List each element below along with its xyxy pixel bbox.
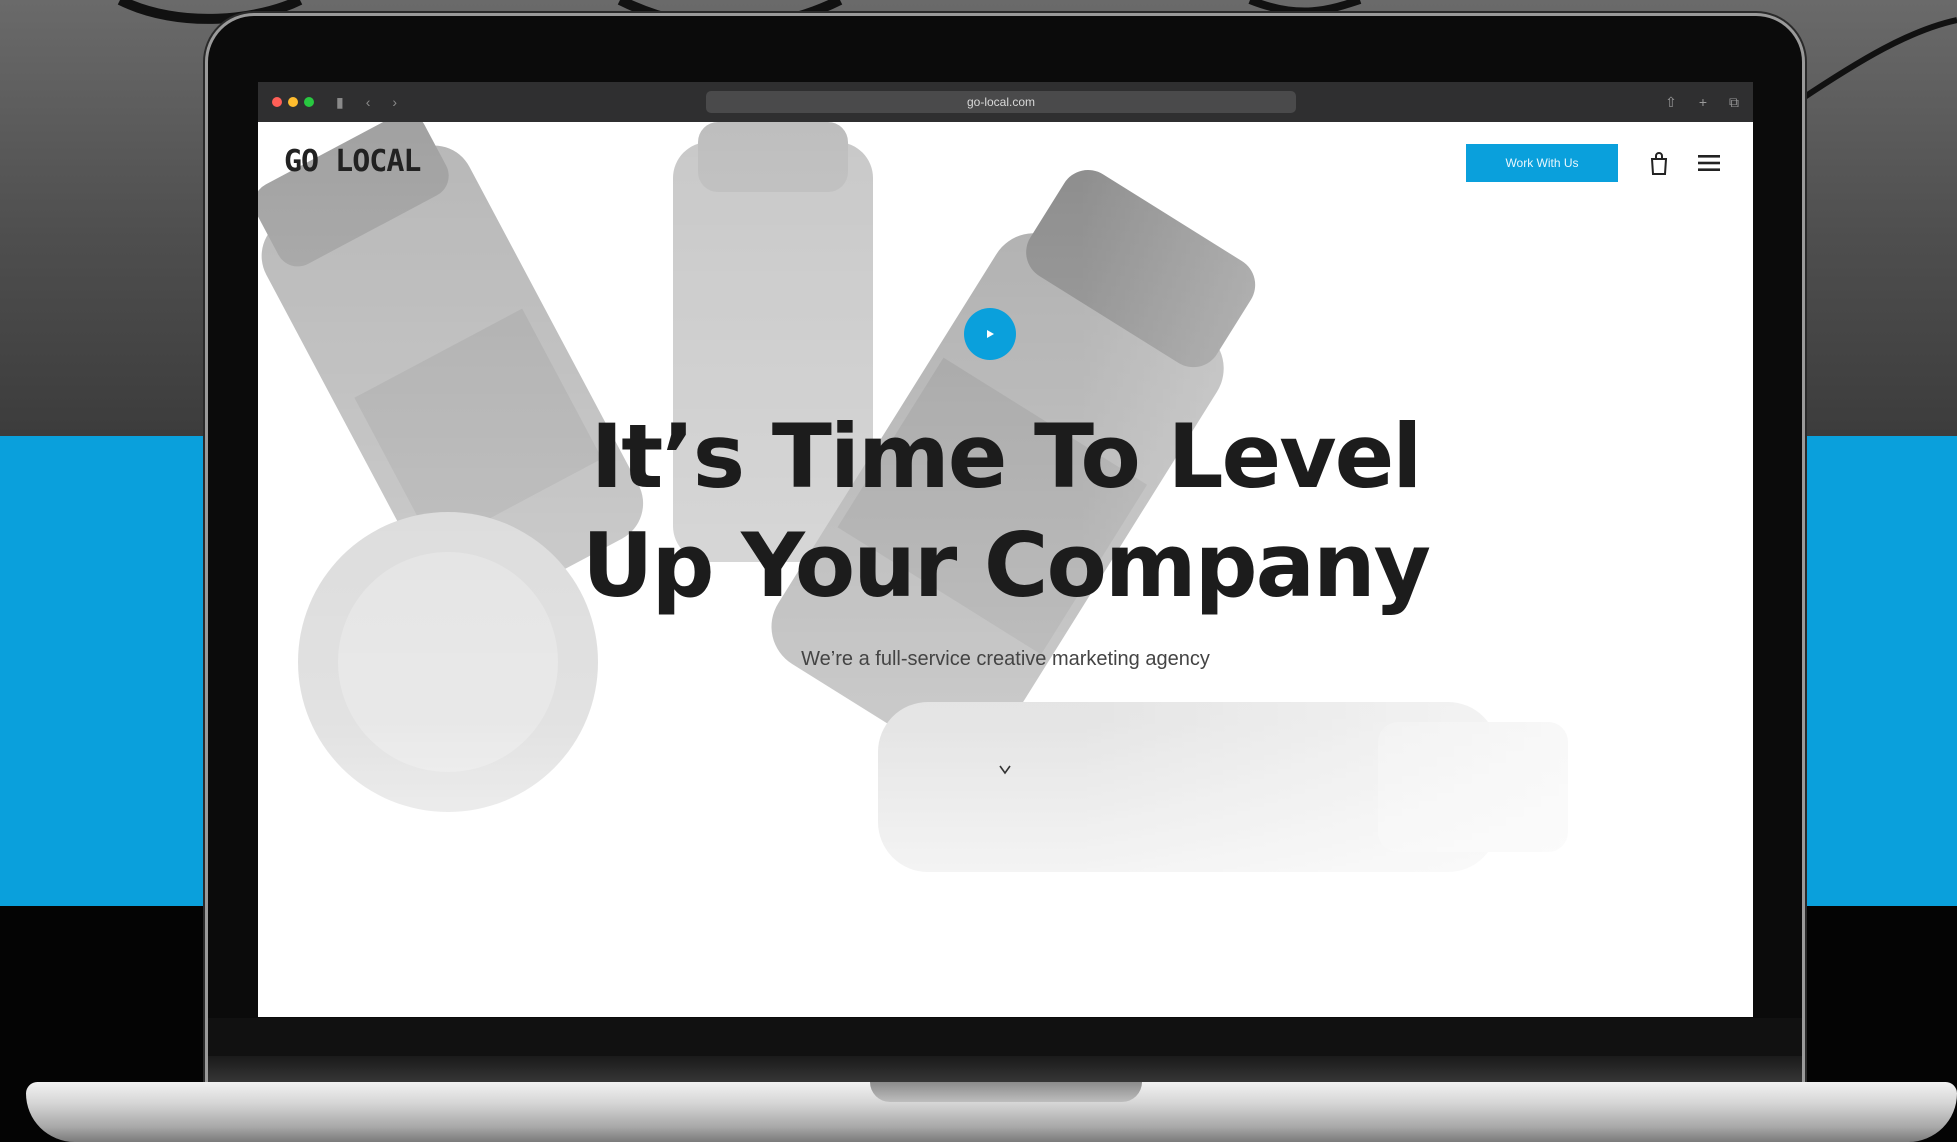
site-logo[interactable]: GO LOCAL xyxy=(284,144,421,179)
sidebar-icon[interactable]: ▮ xyxy=(336,94,344,111)
share-icon[interactable]: ⇧ xyxy=(1665,94,1677,111)
webpage: GO LOCAL Work With Us It’s Time To Level… xyxy=(258,122,1753,1017)
back-icon[interactable]: ‹ xyxy=(366,94,371,110)
forward-icon[interactable]: › xyxy=(392,94,397,110)
browser-actions: ⇧ + ⧉ xyxy=(1665,82,1739,122)
tabs-overview-icon[interactable]: ⧉ xyxy=(1729,94,1739,111)
hero-subtitle: We’re a full-service creative marketing … xyxy=(801,648,1210,670)
site-header: GO LOCAL Work With Us xyxy=(258,122,1753,202)
browser-toolbar: ▮ ‹ › go-local.com ⇧ + ⧉ xyxy=(258,82,1753,122)
hero-title: It’s Time To Level Up Your Company xyxy=(258,402,1753,620)
work-with-us-button[interactable]: Work With Us xyxy=(1466,144,1618,182)
play-video-button[interactable] xyxy=(964,308,1016,360)
menu-icon[interactable] xyxy=(1698,154,1720,172)
hero-title-line-1: It’s Time To Level xyxy=(590,405,1423,508)
chevron-down-icon[interactable] xyxy=(998,764,1012,776)
play-icon xyxy=(987,330,994,338)
hero-title-line-2: Up Your Company xyxy=(582,514,1431,617)
address-bar[interactable]: go-local.com xyxy=(706,91,1296,113)
maximize-window-button[interactable] xyxy=(304,97,314,107)
new-tab-icon[interactable]: + xyxy=(1699,94,1707,110)
laptop-screen: ▮ ‹ › go-local.com ⇧ + ⧉ GO LOCAL Work W… xyxy=(258,82,1753,1017)
minimize-window-button[interactable] xyxy=(288,97,298,107)
close-window-button[interactable] xyxy=(272,97,282,107)
bag-icon[interactable] xyxy=(1649,150,1669,176)
laptop-notch xyxy=(870,1082,1142,1102)
